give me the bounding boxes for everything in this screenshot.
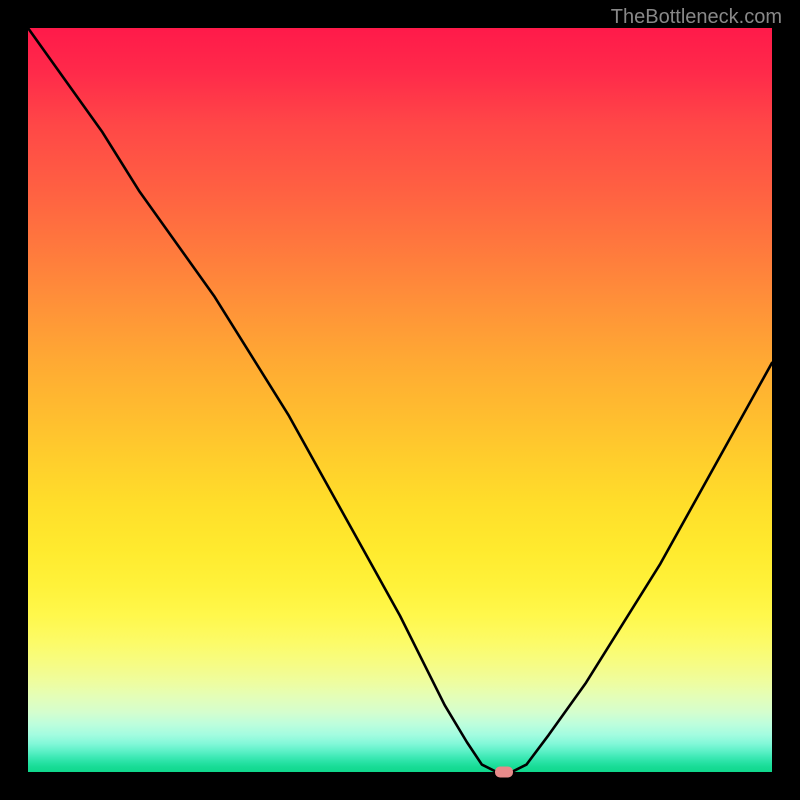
chart-container: TheBottleneck.com [0, 0, 800, 800]
curve-svg [28, 28, 772, 772]
watermark-text: TheBottleneck.com [611, 6, 782, 29]
plot-area [28, 28, 772, 772]
bottleneck-curve [28, 28, 772, 772]
optimum-marker [495, 767, 513, 778]
